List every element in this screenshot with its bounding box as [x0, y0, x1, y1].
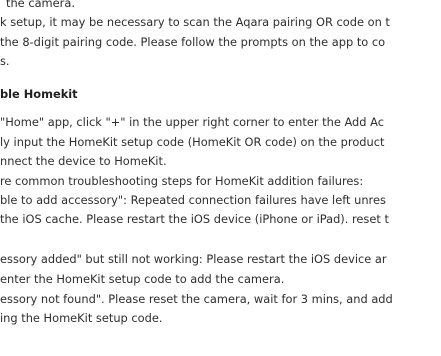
text-line: nnect the device to HomeKit.	[0, 154, 167, 168]
text-line: enter the HomeKit setup code to add the …	[0, 272, 285, 286]
text-line: the iOS cache. Please restart the iOS de…	[0, 212, 389, 226]
section-heading: ble Homekit	[0, 87, 78, 101]
text-line: the camera.	[6, 0, 75, 10]
text-line: ble to add accessory": Repeated connecti…	[0, 193, 386, 207]
text-line: essory not found". Please reset the came…	[0, 292, 393, 306]
text-line: ing the HomeKit setup code.	[0, 311, 163, 325]
text-line: k setup, it may be necessary to scan the…	[0, 15, 390, 29]
text-line: the 8-digit pairing code. Please follow …	[0, 35, 386, 49]
text-line: essory added" but still not working: Ple…	[0, 252, 387, 266]
text-line: re common troubleshooting steps for Home…	[0, 174, 364, 188]
text-line: s.	[0, 54, 10, 68]
document-page: the camera. k setup, it may be necessary…	[0, 0, 441, 356]
text-line: "Home" app, click "+" in the upper right…	[0, 115, 384, 129]
text-line: ly input the HomeKit setup code (HomeKit…	[0, 135, 385, 149]
